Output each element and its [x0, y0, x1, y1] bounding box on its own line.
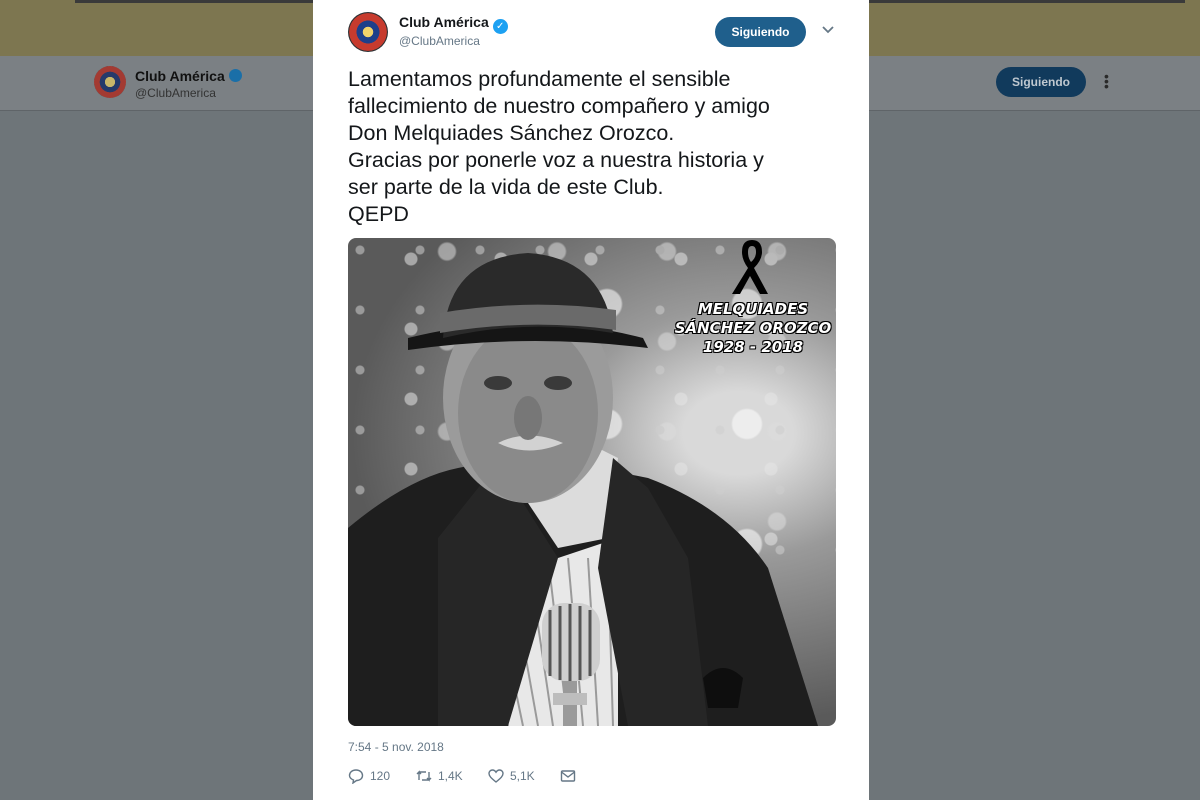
message-icon — [560, 770, 576, 782]
retweet-count: 1,4K — [438, 769, 463, 783]
reply-count: 120 — [370, 769, 391, 783]
reply-button[interactable]: 120 — [348, 768, 390, 784]
account-name-text: Club América — [399, 14, 489, 30]
retweet-button[interactable]: 1,4K — [416, 768, 463, 784]
chevron-down-icon[interactable] — [821, 22, 835, 36]
memorial-name-line2: SÁNCHEZ OROZCO — [674, 319, 832, 337]
like-button[interactable]: 5,1K — [488, 768, 535, 784]
memorial-name-line1: MELQUIADES — [697, 300, 809, 318]
ribbon-icon — [732, 240, 768, 294]
message-button[interactable] — [560, 768, 576, 784]
retweet-icon — [416, 770, 432, 782]
more-icon: • • • — [1104, 68, 1109, 94]
tweet-text-line: QEPD — [348, 202, 409, 226]
background-avatar — [94, 66, 126, 98]
memorial-years: 1928 - 2018 — [702, 338, 804, 356]
tweet-text-line: fallecimiento de nuestro compañero y ami… — [348, 94, 770, 118]
tweet-text-line: Lamentamos profundamente el sensible — [348, 67, 731, 91]
follow-button[interactable]: Siguiendo — [715, 17, 806, 47]
tweet-text: Lamentamos profundamente el sensible fal… — [348, 66, 848, 228]
background-account-handle: @ClubAmerica — [135, 86, 216, 100]
reply-icon — [348, 769, 364, 784]
background-account-name: Club América — [135, 68, 242, 84]
like-count: 5,1K — [510, 769, 535, 783]
tweet-text-line: Don Melquiades Sánchez Orozco. — [348, 121, 675, 145]
background-follow-button: Siguiendo — [996, 67, 1086, 97]
memorial-caption: MELQUIADES SÁNCHEZ OROZCO 1928 - 2018 — [668, 300, 836, 357]
avatar[interactable] — [348, 12, 388, 52]
tweet-photo[interactable]: MELQUIADES SÁNCHEZ OROZCO 1928 - 2018 — [348, 238, 836, 726]
tweet-timestamp[interactable]: 7:54 - 5 nov. 2018 — [348, 740, 444, 754]
account-name[interactable]: Club América ✓ — [399, 14, 508, 34]
tweet-text-line: Gracias por ponerle voz a nuestra histor… — [348, 148, 764, 172]
verified-icon — [228, 69, 242, 82]
verified-icon: ✓ — [492, 19, 508, 34]
tweet-text-line: ser parte de la vida de este Club. — [348, 175, 664, 199]
tweet-card: Club América ✓ @ClubAmerica Siguiendo Lam… — [313, 0, 869, 800]
like-icon — [488, 769, 504, 783]
account-handle[interactable]: @ClubAmerica — [399, 34, 480, 48]
